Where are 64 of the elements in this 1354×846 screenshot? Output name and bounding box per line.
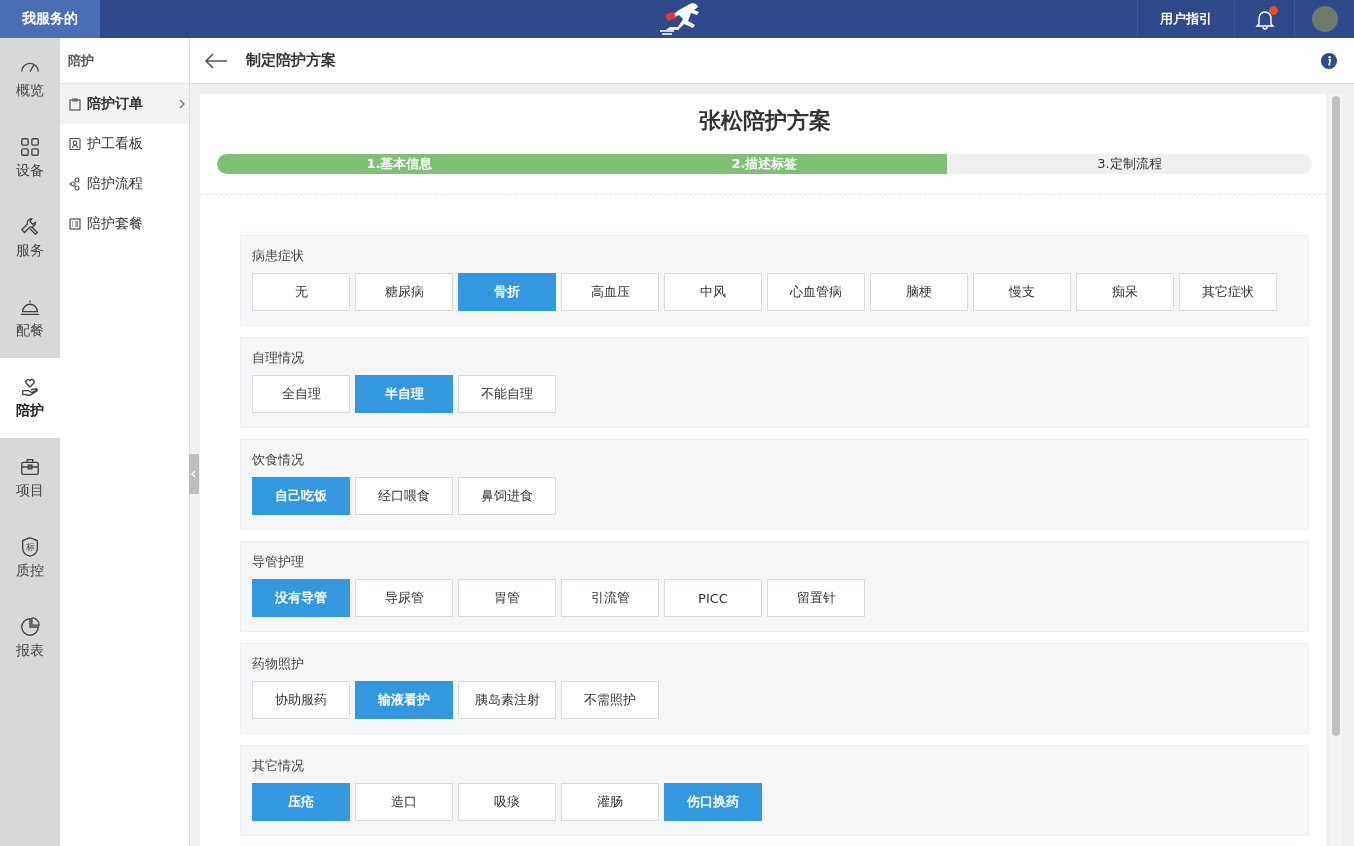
bell-icon[interactable] <box>1253 8 1276 30</box>
tag-option[interactable]: 全自理 <box>252 375 350 413</box>
submenu-item[interactable]: 陪护订单 <box>60 84 189 124</box>
flow-icon <box>68 177 82 191</box>
tag-option[interactable]: 胰岛素注射 <box>458 681 556 719</box>
tag-option[interactable]: 脑梗 <box>870 273 968 311</box>
tag-option[interactable]: 留置针 <box>767 579 865 617</box>
page-title: 制定陪护方案 <box>246 51 337 70</box>
collapse-handle[interactable] <box>189 454 199 494</box>
nav-item[interactable]: 配餐 <box>0 278 60 358</box>
tag-option[interactable]: 糖尿病 <box>355 273 453 311</box>
tag-option[interactable]: 无 <box>252 273 350 311</box>
tag-option[interactable]: 经口喂食 <box>355 477 453 515</box>
group-label: 药物照护 <box>252 655 305 673</box>
nav-item[interactable]: 报表 <box>0 598 60 678</box>
brand-tab[interactable]: 我服务的 <box>0 0 100 38</box>
clipboard-icon <box>68 97 82 111</box>
heart-icon <box>19 376 41 398</box>
tag-option[interactable]: 协助服药 <box>252 681 350 719</box>
tag-option[interactable]: 心血管病 <box>767 273 865 311</box>
back-arrow-icon[interactable] <box>204 52 228 69</box>
group-label: 自理情况 <box>252 349 305 367</box>
nav-item[interactable]: 概览 <box>0 38 60 118</box>
list-icon <box>68 217 82 231</box>
info-icon[interactable] <box>1321 52 1337 69</box>
shield-icon: 标 <box>19 536 41 558</box>
tag-option[interactable]: PICC <box>664 579 762 617</box>
tag-option[interactable]: 其它症状 <box>1179 273 1277 311</box>
nav-item[interactable]: 标 质控 <box>0 518 60 598</box>
group-label: 饮食情况 <box>252 451 305 469</box>
wrench-icon <box>19 216 41 238</box>
group-label: 导管护理 <box>252 553 305 571</box>
group-label: 病患症状 <box>252 247 305 265</box>
plan-title: 张松陪护方案 <box>697 107 832 135</box>
group-label: 其它情况 <box>252 757 305 775</box>
tag-option[interactable]: 中风 <box>664 273 762 311</box>
tag-option[interactable]: 高血压 <box>561 273 659 311</box>
tag-option[interactable]: 痴呆 <box>1076 273 1174 311</box>
progress-step: 2.描述标签 <box>582 154 947 174</box>
tag-option[interactable]: 鼻饲进食 <box>458 477 556 515</box>
nav-item[interactable]: 服务 <box>0 198 60 278</box>
pie-icon <box>19 616 41 638</box>
tag-option[interactable]: 造口 <box>355 783 453 821</box>
case-icon <box>19 456 41 478</box>
scrollbar[interactable] <box>1330 94 1342 846</box>
grid-icon <box>19 136 41 158</box>
tag-option[interactable]: 引流管 <box>561 579 659 617</box>
tag-option[interactable]: 慢支 <box>973 273 1071 311</box>
submenu-item[interactable]: 陪护流程 <box>60 164 189 204</box>
badge-icon <box>68 137 82 151</box>
nav-item[interactable]: 陪护 <box>0 358 60 438</box>
submenu-item[interactable]: 护工看板 <box>60 124 189 164</box>
tag-option[interactable]: 不能自理 <box>458 375 556 413</box>
nav-item[interactable]: 项目 <box>0 438 60 518</box>
tag-option[interactable]: 胃管 <box>458 579 556 617</box>
tag-option[interactable]: 不需照护 <box>561 681 659 719</box>
tag-option[interactable]: 导尿管 <box>355 579 453 617</box>
progress-step: 3.定制流程 <box>947 154 1312 174</box>
nav-item[interactable]: 设备 <box>0 118 60 198</box>
tag-option[interactable]: 灌肠 <box>561 783 659 821</box>
progress-step: 1.基本信息 <box>217 154 582 174</box>
tag-option[interactable]: 吸痰 <box>458 783 556 821</box>
submenu-item[interactable]: 陪护套餐 <box>60 204 189 244</box>
chevron-right-icon <box>179 99 185 109</box>
